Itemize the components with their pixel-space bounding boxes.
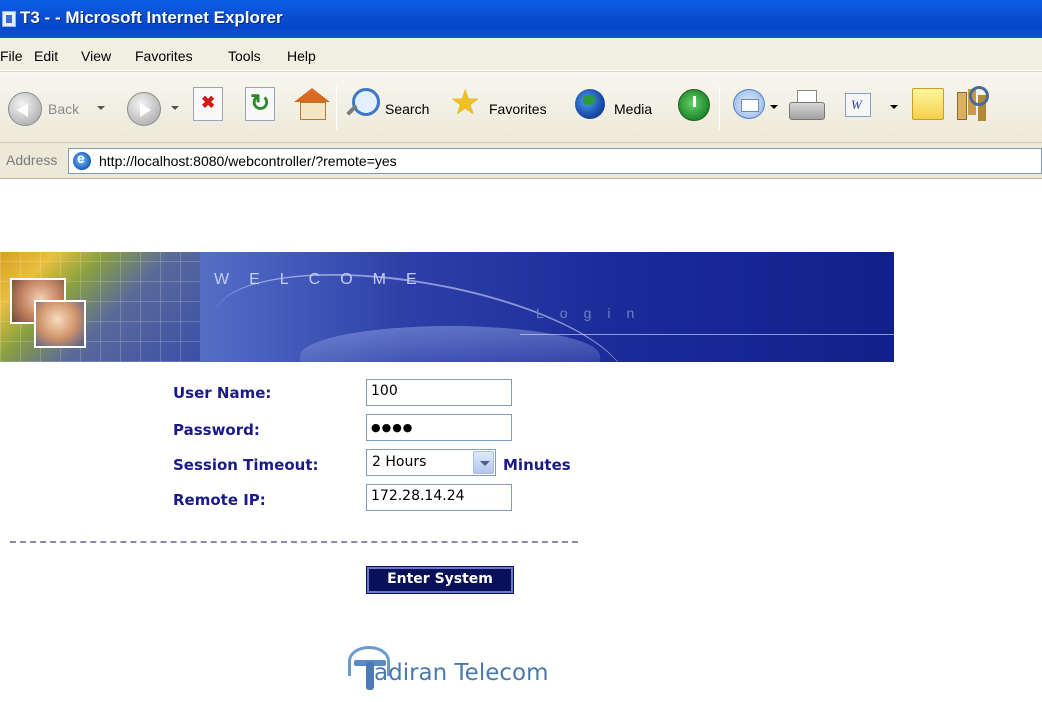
password-input[interactable]: ●●●● — [366, 414, 512, 441]
toolbar-separator — [336, 86, 337, 130]
search-icon[interactable] — [346, 88, 380, 120]
session-timeout-select[interactable]: 2 Hours — [366, 449, 496, 476]
address-url: http://localhost:8080/webcontroller/?rem… — [99, 153, 397, 169]
form-divider — [10, 541, 578, 543]
session-timeout-unit: Minutes — [503, 456, 571, 474]
menu-favorites[interactable]: Favorites — [135, 48, 193, 64]
menu-bar: File Edit View Favorites Tools Help — [0, 38, 1042, 71]
search-label[interactable]: Search — [385, 101, 429, 117]
address-bar: Address http://localhost:8080/webcontrol… — [0, 143, 1042, 179]
star-icon[interactable]: ★ — [450, 86, 480, 120]
stop-icon[interactable] — [193, 87, 223, 121]
menu-tools[interactable]: Tools — [228, 48, 261, 64]
username-label: User Name: — [173, 384, 272, 402]
window-titlebar: T3 - - Microsoft Internet Explorer — [0, 0, 1042, 38]
menu-file[interactable]: File — [0, 48, 23, 64]
forward-button[interactable] — [127, 92, 183, 126]
back-label: Back — [48, 101, 80, 117]
back-dropdown-icon[interactable] — [97, 106, 105, 110]
username-input[interactable]: 100 — [366, 379, 512, 406]
welcome-banner: WELCOME Login — [0, 252, 894, 362]
research-icon[interactable] — [955, 86, 989, 120]
refresh-icon[interactable] — [245, 87, 275, 121]
menu-view[interactable]: View — [81, 48, 111, 64]
menu-edit[interactable]: Edit — [34, 48, 58, 64]
enter-system-button[interactable]: Enter System — [366, 566, 514, 594]
banner-login-text: Login — [536, 305, 651, 321]
ie-page-icon — [73, 150, 91, 170]
favorites-label[interactable]: Favorites — [489, 101, 547, 117]
toolbar-separator — [719, 86, 720, 130]
printer-icon[interactable] — [789, 90, 825, 120]
ie-app-icon[interactable] — [2, 11, 16, 27]
word-icon[interactable] — [845, 93, 871, 117]
password-label: Password: — [173, 421, 260, 439]
media-label[interactable]: Media — [614, 101, 652, 117]
home-icon[interactable] — [294, 88, 330, 120]
mail-dropdown-icon[interactable] — [770, 105, 778, 109]
mail-icon[interactable] — [733, 89, 765, 119]
forward-dropdown-icon[interactable] — [171, 106, 179, 110]
back-arrow-icon — [8, 92, 42, 126]
media-icon[interactable] — [575, 89, 605, 119]
logo-stem — [366, 662, 374, 690]
edit-dropdown-icon[interactable] — [890, 105, 898, 109]
chevron-down-icon[interactable] — [473, 451, 494, 474]
session-timeout-label: Session Timeout: — [173, 456, 319, 474]
address-label: Address — [6, 152, 58, 168]
window-title: T3 - - Microsoft Internet Explorer — [20, 8, 283, 27]
remote-ip-label: Remote IP: — [173, 491, 266, 509]
forward-arrow-icon — [127, 92, 161, 126]
back-button[interactable]: Back — [8, 92, 108, 126]
tadiran-logo-text: adiran Telecom — [374, 660, 549, 686]
note-icon[interactable] — [912, 88, 944, 120]
history-icon[interactable] — [678, 89, 710, 121]
standard-toolbar: Back Search ★ Favorites Media — [0, 71, 1042, 143]
banner-line — [520, 334, 894, 335]
session-timeout-value: 2 Hours — [372, 454, 427, 470]
banner-welcome-text: WELCOME — [214, 271, 437, 288]
menu-help[interactable]: Help — [287, 48, 316, 64]
address-input[interactable]: http://localhost:8080/webcontroller/?rem… — [68, 148, 1042, 174]
banner-photo-woman — [34, 300, 86, 348]
remote-ip-input[interactable]: 172.28.14.24 — [366, 484, 512, 511]
